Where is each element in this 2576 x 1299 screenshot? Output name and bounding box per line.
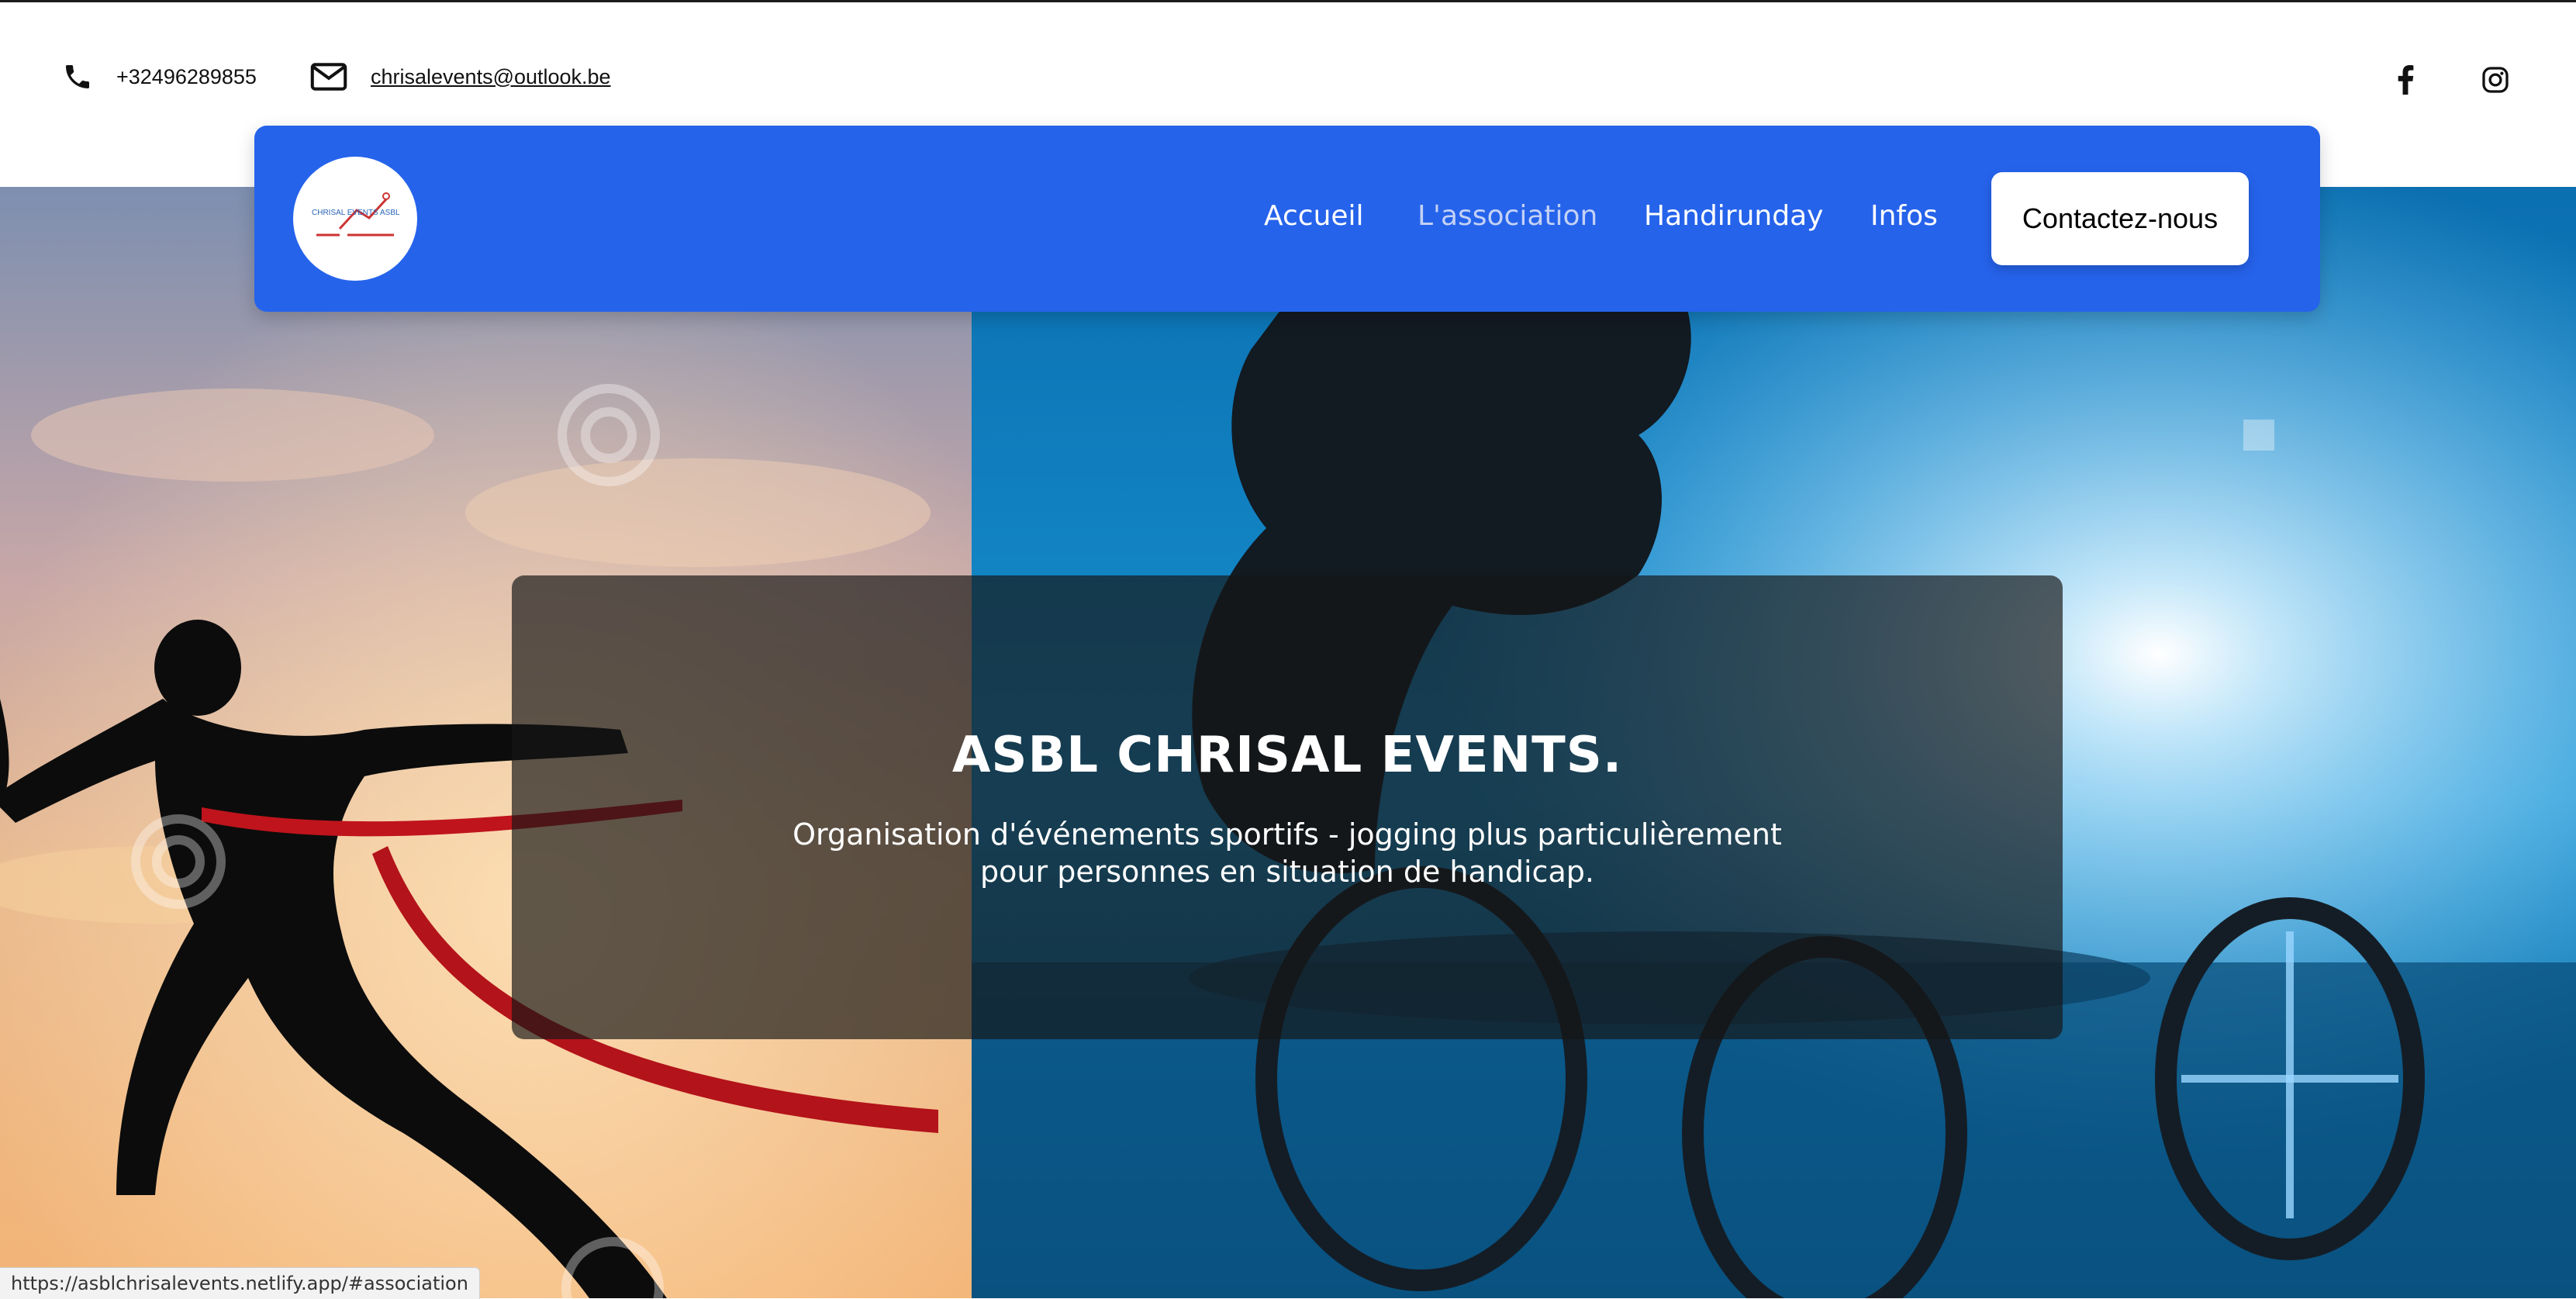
nav-link-handirunday[interactable]: Handirunday (1644, 200, 1823, 232)
logo-text: CHRISAL EVENTS ASBL (312, 209, 400, 217)
hero-title: ASBL CHRISAL EVENTS. (951, 727, 1623, 784)
instagram-link[interactable] (2478, 63, 2512, 97)
logo-emblem-icon: CHRISAL EVENTS ASBL (312, 192, 400, 237)
phone-number: +32496289855 (116, 64, 257, 88)
phone-icon (66, 65, 89, 88)
phone-contact[interactable]: +32496289855 (62, 61, 257, 92)
hero-subtitle: Organisation d'événements sportifs - jog… (744, 816, 1830, 890)
contact-button[interactable]: Contactez-nous (1991, 172, 2249, 265)
facebook-link[interactable] (2388, 63, 2422, 97)
email-contact[interactable]: chrisalevents@outlook.be (310, 61, 611, 92)
nav-link-infos[interactable]: Infos (1870, 200, 1938, 232)
nav-link-association[interactable]: L'association (1417, 200, 1597, 232)
main-navbar: CHRISAL EVENTS ASBL Accueil L'associatio… (254, 126, 2320, 312)
facebook-icon (2398, 65, 2414, 95)
instagram-icon (2482, 67, 2509, 93)
hero-section: ASBL CHRISAL EVENTS. Organisation d'évén… (0, 187, 2576, 1298)
hero-subtitle-line-2: pour personnes en situation de handicap. (980, 855, 1594, 889)
email-link[interactable]: chrisalevents@outlook.be (371, 65, 611, 89)
hero-card: ASBL CHRISAL EVENTS. Organisation d'évén… (512, 575, 2063, 1039)
nav-link-accueil[interactable]: Accueil (1264, 200, 1364, 232)
hero-subtitle-line-1: Organisation d'événements sportifs - jog… (792, 817, 1782, 852)
mail-icon (310, 63, 347, 91)
site-logo[interactable]: CHRISAL EVENTS ASBL (293, 157, 417, 281)
status-bar-url: https://asblchrisalevents.netlify.app/#a… (0, 1267, 480, 1299)
